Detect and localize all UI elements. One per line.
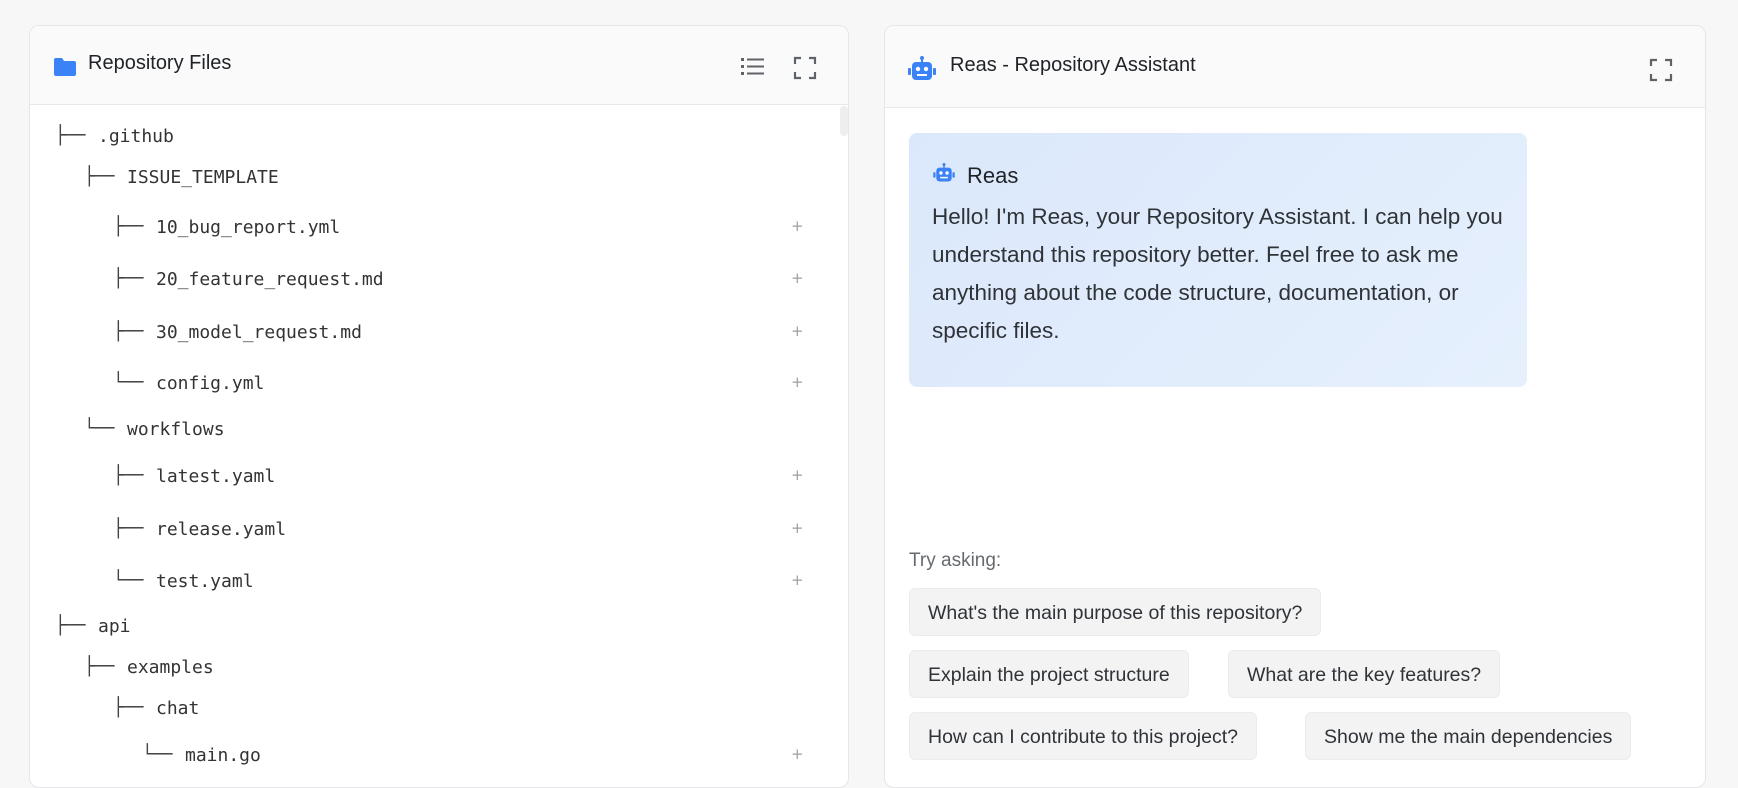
tree-branch-connector: ├── [55, 125, 85, 146]
list-view-icon [741, 58, 764, 75]
folder-icon [54, 58, 76, 76]
panel-title: Reas - Repository Assistant [950, 54, 1196, 76]
assistant-header: Reas - Repository Assistant [885, 26, 1705, 108]
folder-name: api [98, 616, 131, 637]
fullscreen-button[interactable] [792, 55, 818, 81]
tree-branch-connector: └── [113, 570, 143, 591]
tree-file-row[interactable]: └── main.go + [30, 740, 808, 772]
tree-branch-connector: ├── [84, 166, 114, 187]
tree-folder-row[interactable]: ├── .github [30, 121, 808, 153]
assistant-message: Reas Hello! I'm Reas, your Repository As… [909, 133, 1527, 387]
suggestion-chip[interactable]: Show me the main dependencies [1305, 712, 1632, 760]
file-name: main.go [185, 745, 261, 766]
try-asking-label: Try asking: [909, 550, 1002, 571]
folder-name: examples [127, 657, 214, 678]
tree-branch-connector: └── [142, 744, 172, 765]
file-name: 10_bug_report.yml [156, 217, 341, 238]
file-name: test.yaml [156, 571, 254, 592]
add-file-to-chat-button[interactable]: + [791, 217, 804, 235]
add-file-to-chat-button[interactable]: + [791, 745, 804, 763]
tree-branch-connector: ├── [55, 615, 85, 636]
tree-branch-connector: ├── [113, 216, 143, 237]
list-view-button[interactable] [740, 54, 766, 80]
robot-icon [908, 56, 936, 80]
repository-files-panel: Repository Files ├── .github ├── ISSUE_TEMP… [29, 25, 849, 788]
robot-icon [933, 163, 955, 182]
tree-folder-row[interactable]: └── workflows [30, 414, 808, 446]
file-name: 20_feature_request.md [156, 269, 384, 290]
folder-name: ISSUE_TEMPLATE [127, 167, 279, 188]
expand-icon [793, 56, 817, 80]
file-name: release.yaml [156, 519, 287, 540]
tree-branch-connector: ├── [113, 268, 143, 289]
panel-title: Repository Files [88, 52, 232, 74]
tree-file-row[interactable]: └── test.yaml + [30, 566, 808, 598]
add-file-to-chat-button[interactable]: + [791, 322, 804, 340]
tree-folder-row[interactable]: ├── examples [30, 652, 808, 684]
tree-file-row[interactable]: └── config.yml + [30, 368, 808, 400]
suggestion-chip[interactable]: What's the main purpose of this reposito… [909, 588, 1322, 636]
add-file-to-chat-button[interactable]: + [791, 571, 804, 589]
tree-branch-connector: └── [113, 372, 143, 393]
tree-file-row[interactable]: ├── latest.yaml + [30, 461, 808, 493]
tree-file-row[interactable]: ├── 30_model_request.md + [30, 317, 808, 349]
file-name: latest.yaml [156, 466, 276, 487]
add-file-to-chat-button[interactable]: + [791, 466, 804, 484]
file-name: config.yml [156, 373, 265, 394]
tree-folder-row[interactable]: ├── ISSUE_TEMPLATE [30, 162, 808, 194]
fullscreen-button[interactable] [1648, 57, 1674, 83]
expand-icon [1649, 58, 1673, 82]
tree-folder-row[interactable]: ├── chat [30, 693, 808, 725]
tree-file-row[interactable]: ├── release.yaml + [30, 514, 808, 546]
tree-branch-connector: ├── [113, 518, 143, 539]
message-text: Hello! I'm Reas, your Repository Assista… [932, 204, 1503, 343]
suggestion-chip[interactable]: Explain the project structure [909, 650, 1189, 698]
repository-files-header: Repository Files [30, 26, 848, 105]
add-file-to-chat-button[interactable]: + [791, 519, 804, 537]
folder-name: .github [98, 126, 174, 147]
suggestion-chip[interactable]: How can I contribute to this project? [909, 712, 1257, 760]
assistant-panel: Reas - Repository Assistant Reas Hello! … [884, 25, 1706, 788]
tree-file-row[interactable]: ├── 10_bug_report.yml + [30, 212, 808, 244]
add-file-to-chat-button[interactable]: + [791, 269, 804, 287]
tree-folder-row[interactable]: ├── api [30, 611, 808, 643]
tree-branch-connector: ├── [113, 321, 143, 342]
add-file-to-chat-button[interactable]: + [791, 373, 804, 391]
tree-branch-connector: ├── [113, 697, 143, 718]
tree-branch-connector: ├── [113, 465, 143, 486]
tree-scrollbar[interactable] [840, 106, 848, 136]
folder-name: chat [156, 698, 200, 719]
file-name: 30_model_request.md [156, 322, 362, 343]
message-sender: Reas [967, 163, 1019, 188]
folder-name: workflows [127, 419, 225, 440]
tree-branch-connector: ├── [84, 656, 114, 677]
suggestion-chip[interactable]: What are the key features? [1228, 650, 1501, 698]
tree-branch-connector: └── [84, 418, 114, 439]
tree-file-row[interactable]: ├── 20_feature_request.md + [30, 264, 808, 296]
